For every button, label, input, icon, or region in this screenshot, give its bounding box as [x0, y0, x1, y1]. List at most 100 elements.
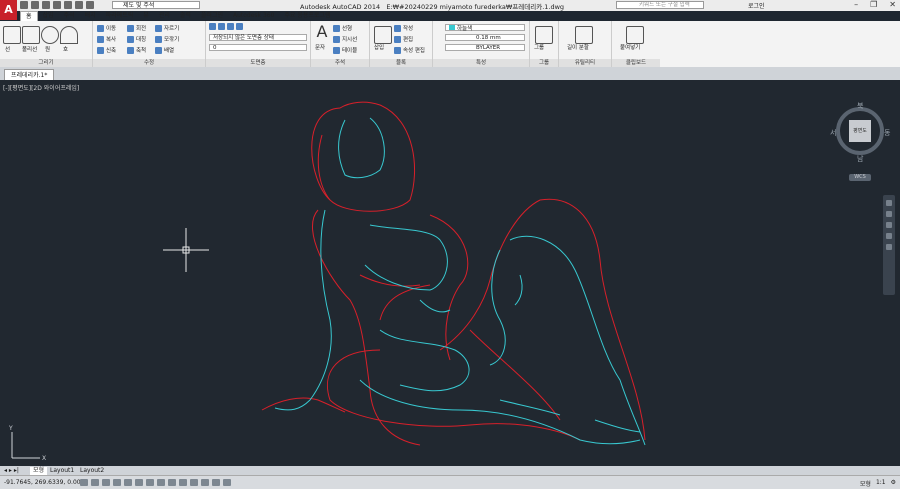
login-button[interactable]: 로그인 [748, 1, 765, 10]
leader-button[interactable]: 지시선 [333, 35, 357, 43]
divide-length-button[interactable]: 길이 분할 [567, 43, 589, 51]
plot-icon[interactable] [64, 1, 72, 9]
color-select[interactable]: 하늘색 [445, 24, 525, 32]
zoom-icon[interactable] [886, 222, 892, 228]
create-block-button[interactable]: 작성 [394, 24, 413, 32]
line-icon[interactable] [3, 26, 21, 44]
text-button[interactable]: 문자 [315, 43, 325, 51]
polyline-button[interactable]: 폴리선 [22, 45, 37, 53]
insert-block-icon[interactable] [374, 26, 392, 44]
dyn-icon[interactable] [179, 479, 187, 486]
tab-view[interactable]: 뷰 [138, 11, 154, 21]
linear-dim-button[interactable]: 선형 [333, 24, 352, 32]
paste-icon[interactable] [626, 26, 644, 44]
layer-off-icon[interactable] [218, 23, 225, 30]
transparency-icon[interactable] [201, 479, 209, 486]
ducs-icon[interactable] [168, 479, 176, 486]
trim-button[interactable]: 자르기 [155, 24, 179, 32]
3d-osnap-icon[interactable] [146, 479, 154, 486]
tab-nav-arrows[interactable]: ◂ ▸ ▸| [4, 467, 19, 475]
block-panel-title[interactable]: 블록 [370, 59, 432, 67]
quick-properties-icon[interactable] [212, 479, 220, 486]
line-button[interactable]: 선 [5, 45, 10, 53]
lineweight-icon[interactable] [190, 479, 198, 486]
tab-layout2[interactable]: Layout2 [80, 467, 104, 475]
properties-panel-title[interactable]: 특성 [433, 59, 529, 67]
coordinates-readout[interactable]: -91.7645, 269.6339, 0.0000 [4, 479, 88, 486]
save-as-icon[interactable] [53, 1, 61, 9]
open-icon[interactable] [31, 1, 39, 9]
minimize-icon[interactable]: – [854, 0, 858, 9]
otrack-icon[interactable] [157, 479, 165, 486]
viewport-label[interactable]: [-][평면도][2D 와이어프레임] [3, 83, 79, 92]
layer-freeze-icon[interactable] [236, 23, 243, 30]
model-space-button[interactable]: 모형 [860, 479, 871, 488]
redo-icon[interactable] [86, 1, 94, 9]
text-icon[interactable]: A [314, 24, 330, 40]
arc-icon[interactable] [60, 26, 78, 44]
group-button[interactable]: 그룹 [534, 43, 544, 51]
tab-manage[interactable]: 관리 [154, 11, 175, 21]
tab-model[interactable]: 모형 [30, 467, 48, 475]
tab-output[interactable]: 출력 [175, 11, 196, 21]
tab-annotate[interactable]: 주석 [59, 11, 80, 21]
infer-constraints-icon[interactable] [80, 479, 88, 486]
clipboard-panel-title[interactable]: 클립보드 [612, 59, 660, 67]
arc-button[interactable]: 호 [63, 45, 68, 53]
undo-icon[interactable] [75, 1, 83, 9]
rotate-button[interactable]: 회전 [127, 24, 146, 32]
polyline-icon[interactable] [22, 26, 40, 44]
group-icon[interactable] [535, 26, 553, 44]
layer-select[interactable]: 0 [209, 44, 307, 51]
linetype-select[interactable]: BYLAYER [445, 44, 525, 51]
autocad-logo[interactable]: A [0, 0, 17, 20]
selection-cycling-icon[interactable] [223, 479, 231, 486]
edit-attributes-button[interactable]: 속성 편집 [394, 46, 425, 54]
search-input[interactable]: 키워드 또는 구절 입력 [616, 1, 704, 9]
circle-button[interactable]: 원 [45, 45, 50, 53]
layer-panel-title[interactable]: 도면층 [206, 59, 310, 67]
compass-west[interactable]: 서 [830, 128, 836, 138]
ortho-icon[interactable] [113, 479, 121, 486]
edit-block-button[interactable]: 편집 [394, 35, 413, 43]
tab-layout1[interactable]: Layout1 [50, 467, 74, 475]
tab-featured-apps[interactable]: 주요 응용프로그램 [279, 11, 335, 21]
compass-east[interactable]: 동 [884, 128, 890, 138]
showmotion-icon[interactable] [886, 244, 892, 250]
tab-plugins[interactable]: 플러그인 [196, 11, 228, 21]
osnap-icon[interactable] [135, 479, 143, 486]
stretch-button[interactable]: 신축 [97, 46, 116, 54]
layer-isolate-icon[interactable] [227, 23, 234, 30]
viewcube[interactable]: 평면도 북 남 서 동 [830, 102, 890, 164]
polar-icon[interactable] [124, 479, 132, 486]
lineweight-select[interactable]: 0.18 mm [445, 34, 525, 41]
tab-insert[interactable]: 삽입 [38, 11, 59, 21]
scale-button[interactable]: 축척 [127, 46, 146, 54]
divide-length-icon[interactable] [575, 26, 593, 44]
annotation-scale[interactable]: 1:1 [876, 479, 886, 488]
snap-icon[interactable] [91, 479, 99, 486]
compass-south[interactable]: 남 [857, 154, 863, 164]
workspace-switch-icon[interactable]: ⚙ [891, 479, 896, 488]
layer-properties-icon[interactable] [209, 23, 216, 30]
copy-button[interactable]: 복사 [97, 35, 116, 43]
wcs-menu[interactable]: WCS [849, 174, 871, 181]
restore-icon[interactable]: ❐ [870, 0, 877, 9]
utility-panel-title[interactable]: 유틸리티 [559, 59, 611, 67]
layer-state-select[interactable]: 저장되지 않은 도면층 상태 [209, 34, 307, 41]
modify-panel-title[interactable]: 수정 [93, 59, 205, 67]
save-icon[interactable] [42, 1, 50, 9]
draw-panel-title[interactable]: 그리기 [0, 59, 92, 67]
fillet-button[interactable]: 모깎기 [155, 35, 179, 43]
viewcube-face[interactable]: 평면도 [849, 120, 871, 142]
tab-layout[interactable]: 배치 [80, 11, 101, 21]
close-icon[interactable]: ✕ [889, 0, 896, 9]
annotation-panel-title[interactable]: 주석 [311, 59, 369, 67]
group-panel-title[interactable]: 그룹 [530, 59, 558, 67]
tab-parametric[interactable]: 파라메트릭 [101, 11, 139, 21]
table-button[interactable]: 테이블 [333, 46, 357, 54]
steeringwheel-icon[interactable] [886, 200, 892, 206]
array-button[interactable]: 배열 [155, 46, 174, 54]
pan-icon[interactable] [886, 211, 892, 217]
new-icon[interactable] [20, 1, 28, 9]
